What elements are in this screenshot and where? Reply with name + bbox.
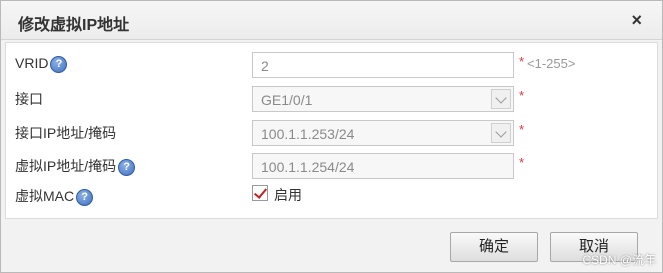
- ok-button[interactable]: 确定: [450, 232, 538, 262]
- enable-checkbox-label: 启用: [274, 187, 302, 203]
- virtual-mac-label-text: 虚拟MAC: [15, 188, 75, 204]
- interface-ip-value: 100.1.1.253/24: [261, 126, 355, 142]
- chevron-down-icon[interactable]: [491, 123, 511, 143]
- help-icon[interactable]: ?: [76, 188, 94, 206]
- interface-value: GE1/0/1: [261, 92, 313, 108]
- interface-row: 接口 GE1/0/1 *: [6, 85, 657, 113]
- interface-ip-select[interactable]: 100.1.1.253/24: [252, 120, 514, 146]
- help-icon[interactable]: ?: [118, 158, 136, 176]
- dialog-title: 修改虚拟IP地址: [18, 17, 130, 34]
- vrid-label: VRID?: [15, 55, 68, 73]
- required-marker: *: [519, 122, 525, 137]
- required-marker: *: [519, 88, 525, 103]
- virtual-ip-label: 虚拟IP地址/掩码?: [15, 156, 136, 176]
- watermark: CSDN @流年: [582, 253, 656, 267]
- required-marker: *: [519, 155, 525, 170]
- virtual-ip-row: 虚拟IP地址/掩码? 100.1.1.254/24 *: [6, 152, 657, 180]
- virtual-ip-label-text: 虚拟IP地址/掩码: [15, 158, 117, 174]
- virtual-mac-label: 虚拟MAC?: [15, 186, 94, 206]
- edit-virtual-ip-dialog: 修改虚拟IP地址 × VRID? 2 * <1-255> 接口 GE1/0/1 …: [0, 0, 663, 273]
- interface-ip-row: 接口IP地址/掩码 100.1.1.253/24 *: [6, 119, 657, 147]
- virtual-mac-row: 虚拟MAC? 启用: [6, 182, 657, 210]
- interface-select[interactable]: GE1/0/1: [252, 86, 514, 112]
- form-body: VRID? 2 * <1-255> 接口 GE1/0/1 * 接口IP地址/掩码…: [5, 42, 658, 219]
- interface-label: 接口: [15, 91, 43, 107]
- help-icon[interactable]: ?: [50, 55, 68, 73]
- interface-ip-label: 接口IP地址/掩码: [15, 125, 117, 141]
- enable-checkbox[interactable]: [252, 185, 268, 201]
- chevron-down-icon[interactable]: [491, 89, 511, 109]
- vrid-input[interactable]: 2: [252, 52, 514, 78]
- virtual-ip-value: 100.1.1.254/24: [261, 159, 355, 175]
- vrid-row: VRID? 2 * <1-255>: [6, 51, 657, 79]
- close-icon[interactable]: ×: [631, 10, 642, 31]
- dialog-titlebar: 修改虚拟IP地址 ×: [1, 1, 662, 40]
- virtual-ip-input[interactable]: 100.1.1.254/24: [252, 153, 514, 179]
- vrid-label-text: VRID: [15, 55, 49, 71]
- vrid-value: 2: [261, 58, 269, 74]
- vrid-range-hint: <1-255>: [527, 56, 576, 71]
- required-marker: *: [519, 54, 525, 69]
